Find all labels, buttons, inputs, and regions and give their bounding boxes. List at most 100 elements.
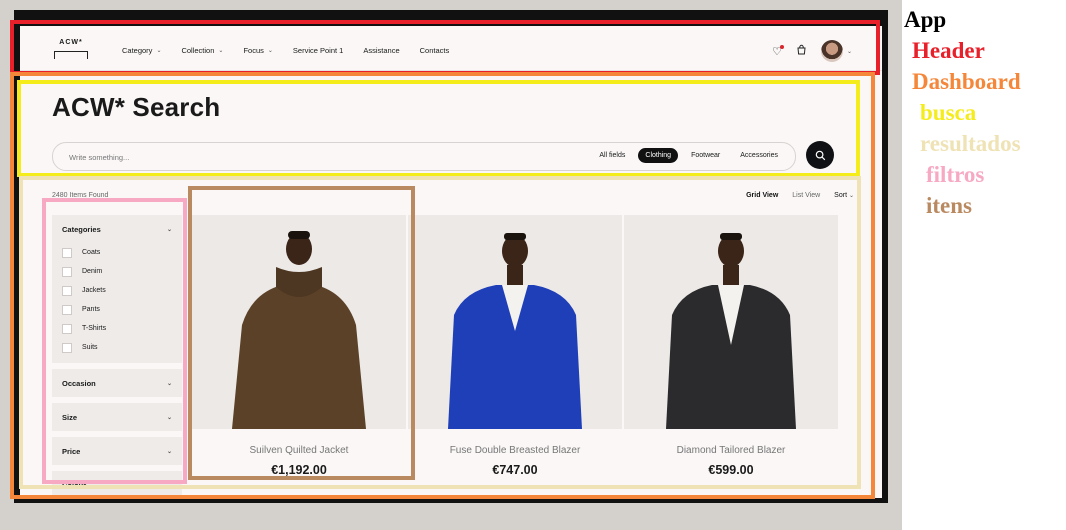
nav-item-contacts[interactable]: Contacts [420,46,450,55]
search-input[interactable] [67,149,451,165]
product-name[interactable]: Diamond Tailored Blazer [624,445,838,456]
annotation-legend: App Header Dashboard busca resultados fi… [904,4,1021,221]
product-name[interactable]: Suilven Quilted Jacket [192,445,406,456]
product-price: €747.00 [492,463,538,477]
legend-header: Header [912,38,985,63]
sort-label: Sort [834,192,848,199]
category-label: T-Shirts [82,325,107,332]
checkbox[interactable] [62,266,72,277]
filter-title: Size [62,412,78,422]
filter-header-price[interactable]: Price ⌄ [52,437,182,465]
filter-group-size: Size ⌄ [52,403,182,431]
filter-header-size[interactable]: Size ⌄ [52,403,182,431]
page-title: ACW* Search [52,92,221,122]
filter-group-price: Price ⌄ [52,437,182,465]
product-price: €1,192.00 [271,463,327,477]
checkbox[interactable] [62,323,72,334]
filters-sidebar: Categories ⌄ Coats Denim Jackets Pants T-… [52,215,182,498]
legend-dashboard: Dashboard [912,69,1021,94]
checkbox[interactable] [62,342,72,353]
product-card[interactable]: Suilven Quilted Jacket €1,192.00 [192,215,406,485]
filter-group-colour: Colour ⌄ [52,471,182,498]
filter-title: Colour [62,480,87,490]
logo-mark [54,51,88,59]
category-option-suits[interactable]: Suits [62,338,172,357]
search-icon [815,150,825,160]
nav-item-category[interactable]: Category ⌄ [122,46,161,55]
nav-label: Category [122,45,153,55]
chevron-down-icon: ⌄ [166,226,172,233]
tab-footwear[interactable]: Footwear [684,148,727,163]
filter-title: Categories [62,224,101,234]
logo[interactable]: ACW* [54,39,88,59]
shopping-bag-icon[interactable] [796,44,807,58]
checkbox[interactable] [62,304,72,315]
category-option-t-shirts[interactable]: T-Shirts [62,319,172,338]
results-count: 2480 Items Found [52,192,109,199]
search-scope-tabs: All fields Clothing Footwear Accessories [592,148,785,163]
nav-item-service-point[interactable]: Service Point 1 [293,46,343,55]
tab-accessories[interactable]: Accessories [733,148,785,163]
tab-all-fields[interactable]: All fields [592,148,632,163]
chevron-down-icon: ⌄ [267,47,273,54]
category-label: Suits [82,344,98,351]
chevron-down-icon: ⌄ [166,448,172,455]
category-label: Coats [82,249,101,256]
sort-dropdown[interactable]: Sort ⌄ [834,192,854,199]
list-view-toggle[interactable]: List View [792,192,820,199]
grid-view-toggle[interactable]: Grid View [746,192,778,199]
results-toolbar: 2480 Items Found Grid View List View Sor… [20,192,882,206]
product-price: €599.00 [708,463,754,477]
category-option-jackets[interactable]: Jackets [62,281,172,300]
legend-resultados: resultados [920,131,1021,156]
search-section: ACW* Search All fields Clothing Footwear… [32,86,858,176]
category-option-coats[interactable]: Coats [62,243,172,262]
category-option-denim[interactable]: Denim [62,262,172,281]
category-label: Pants [82,306,100,313]
filter-header-categories[interactable]: Categories ⌄ [52,215,182,243]
product-image[interactable] [408,215,622,429]
category-option-pants[interactable]: Pants [62,300,172,319]
notification-dot [779,44,784,49]
search-button[interactable] [806,141,834,169]
logo-text: ACW* [59,39,83,46]
filter-header-colour[interactable]: Colour ⌄ [52,471,182,498]
filter-header-occasion[interactable]: Occasion ⌄ [52,369,182,397]
chevron-down-icon[interactable]: ⌄ [847,48,852,55]
filter-title: Price [62,446,81,456]
app-window: ACW SPRING SUMMER 2024 · FREE SHIPPING O… [14,10,888,503]
search-bar: All fields Clothing Footwear Accessories [52,142,796,171]
filter-title: Occasion [62,378,96,388]
product-image[interactable] [624,215,838,429]
legend-itens: itens [926,193,972,218]
chevron-down-icon: ⌄ [166,482,172,489]
checkbox[interactable] [62,247,72,258]
legend-filtros: filtros [926,162,985,187]
chevron-down-icon: ⌄ [166,414,172,421]
chevron-down-icon: ⌄ [166,380,172,387]
checkbox[interactable] [62,285,72,296]
nav-item-focus[interactable]: Focus ⌄ [243,46,272,55]
nav-label: Assistance [363,45,400,55]
legend-app: App [904,7,947,32]
filter-group-categories: Categories ⌄ Coats Denim Jackets Pants T-… [52,215,182,363]
category-list: Coats Denim Jackets Pants T-Shirts Suits [52,243,182,363]
category-label: Jackets [82,287,106,294]
site-header: ACW* Category ⌄ Collection ⌄ Focus ⌄ Servic… [20,30,882,71]
nav-label: Contacts [419,45,450,55]
chevron-down-icon: ⌄ [848,193,854,199]
avatar[interactable] [820,40,843,62]
heart-icon[interactable]: ♡ [772,44,784,58]
filter-group-occasion: Occasion ⌄ [52,369,182,397]
nav-item-assistance[interactable]: Assistance [363,46,399,55]
product-card[interactable]: Fuse Double Breasted Blazer €747.00 [408,215,622,485]
main-nav: Category ⌄ Collection ⌄ Focus ⌄ Service Poi… [122,30,449,70]
product-image[interactable] [192,215,406,429]
nav-item-collection[interactable]: Collection ⌄ [181,46,223,55]
chevron-down-icon: ⌄ [156,47,162,54]
product-card[interactable]: Diamond Tailored Blazer €599.00 [624,215,838,485]
announcement-marquee: ACW SPRING SUMMER 2024 · FREE SHIPPING O… [20,16,882,26]
tab-clothing[interactable]: Clothing [638,148,679,163]
nav-label: Collection [181,45,215,55]
product-name[interactable]: Fuse Double Breasted Blazer [408,445,622,456]
